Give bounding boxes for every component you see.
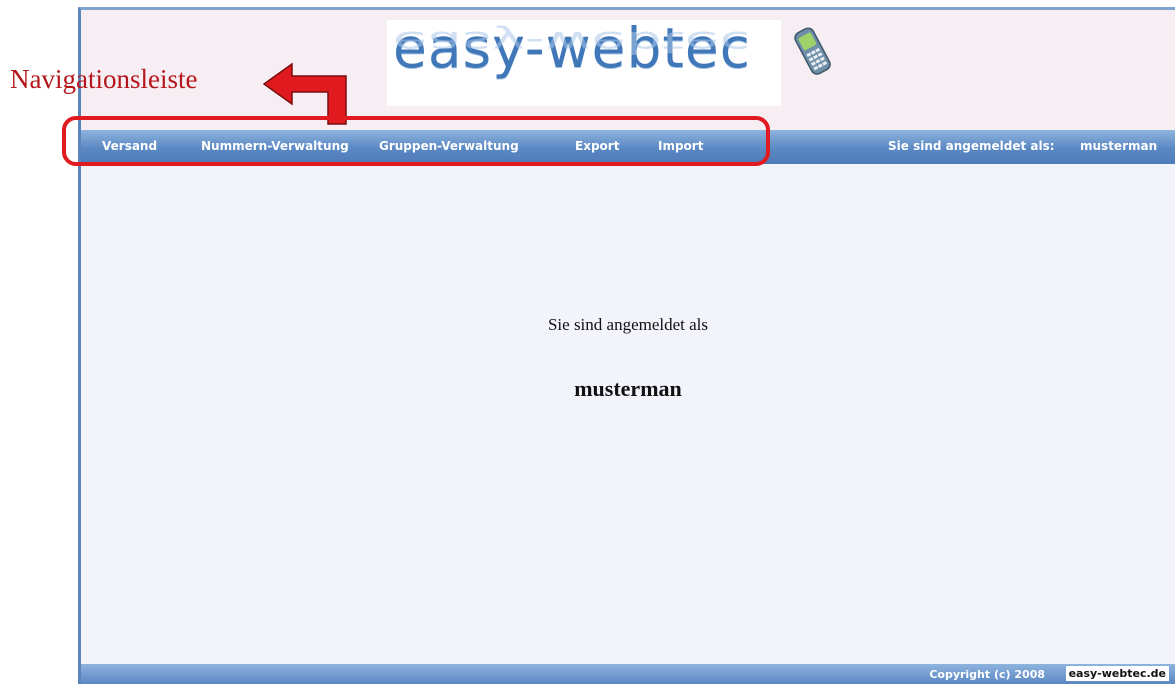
welcome-text: Sie sind angemeldet als	[547, 315, 709, 334]
logged-in-username: musterman	[1080, 139, 1158, 153]
mobile-phone-icon	[794, 27, 831, 75]
logo[interactable]: easy-webtec easy-webtec	[387, 16, 781, 106]
footer: Copyright (c) 2008 easy-webtec.de	[81, 664, 1175, 684]
app-window: easy-webtec easy-webtec Versand Nummern-…	[78, 7, 1175, 684]
welcome-username: musterman	[574, 376, 682, 401]
logged-in-label: Sie sind angemeldet als:	[888, 139, 1055, 153]
logo-reflection: easy-webtec	[393, 24, 751, 60]
copyright-text: Copyright (c) 2008	[929, 668, 1045, 681]
copyright-brand-link[interactable]: easy-webtec.de	[1065, 666, 1169, 681]
navigation-highlight-box	[62, 116, 770, 166]
header: easy-webtec easy-webtec	[81, 10, 1175, 130]
annotation-label: Navigationsleiste	[10, 64, 198, 94]
